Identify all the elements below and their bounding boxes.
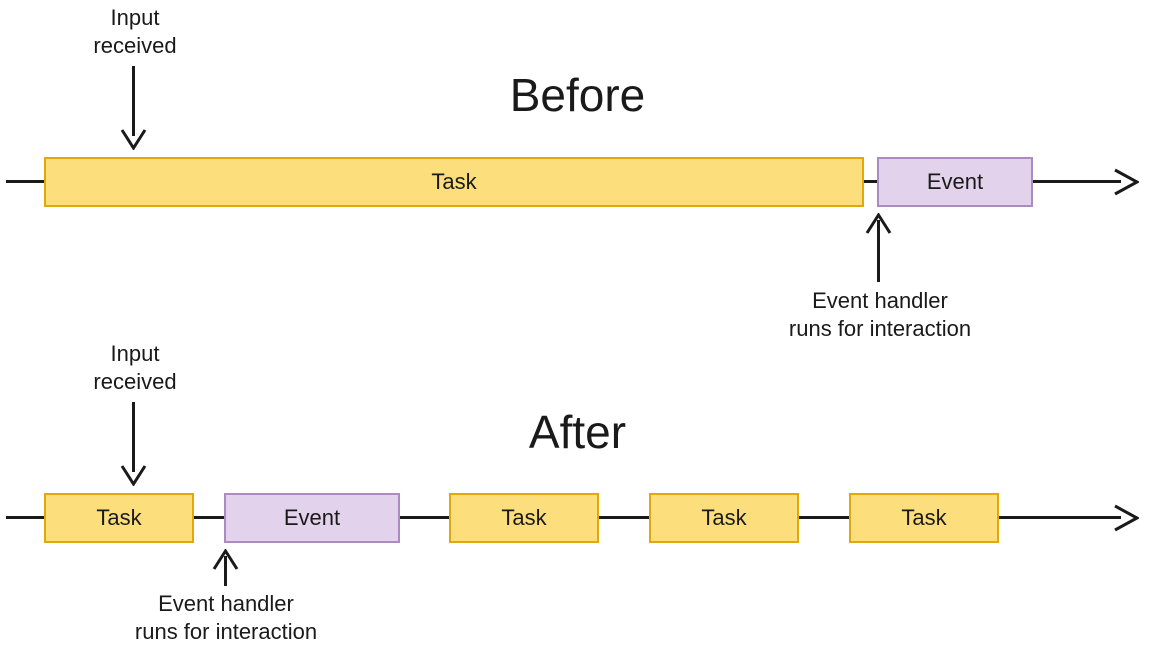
after-task2-block: Task bbox=[449, 493, 599, 543]
after-task3-label: Task bbox=[701, 505, 746, 531]
before-task-label: Task bbox=[431, 169, 476, 195]
after-event-block: Event bbox=[224, 493, 400, 543]
diagram-canvas: Before Input received Task Event Event h… bbox=[0, 0, 1155, 647]
before-input-arrow-shaft bbox=[132, 66, 135, 136]
before-handler-arrow-shaft bbox=[877, 220, 880, 282]
before-input-label: Input received bbox=[50, 4, 220, 59]
before-event-label: Event bbox=[927, 169, 983, 195]
after-input-arrow-shaft bbox=[132, 402, 135, 472]
after-task4-block: Task bbox=[849, 493, 999, 543]
after-task3-block: Task bbox=[649, 493, 799, 543]
after-task1-label: Task bbox=[96, 505, 141, 531]
after-task1-block: Task bbox=[44, 493, 194, 543]
before-task-block: Task bbox=[44, 157, 864, 207]
after-event-label: Event bbox=[284, 505, 340, 531]
after-task4-label: Task bbox=[901, 505, 946, 531]
before-event-block: Event bbox=[877, 157, 1033, 207]
arrow-down-icon bbox=[120, 128, 147, 150]
after-task2-label: Task bbox=[501, 505, 546, 531]
arrow-right-icon bbox=[1113, 504, 1139, 532]
after-handler-label: Event handler runs for interaction bbox=[116, 590, 336, 645]
after-input-label: Input received bbox=[50, 340, 220, 395]
after-handler-arrow-shaft bbox=[224, 556, 227, 586]
arrow-right-icon bbox=[1113, 168, 1139, 196]
before-handler-label: Event handler runs for interaction bbox=[770, 287, 990, 342]
after-title: After bbox=[0, 405, 1155, 459]
arrow-down-icon bbox=[120, 464, 147, 486]
before-title: Before bbox=[0, 68, 1155, 122]
